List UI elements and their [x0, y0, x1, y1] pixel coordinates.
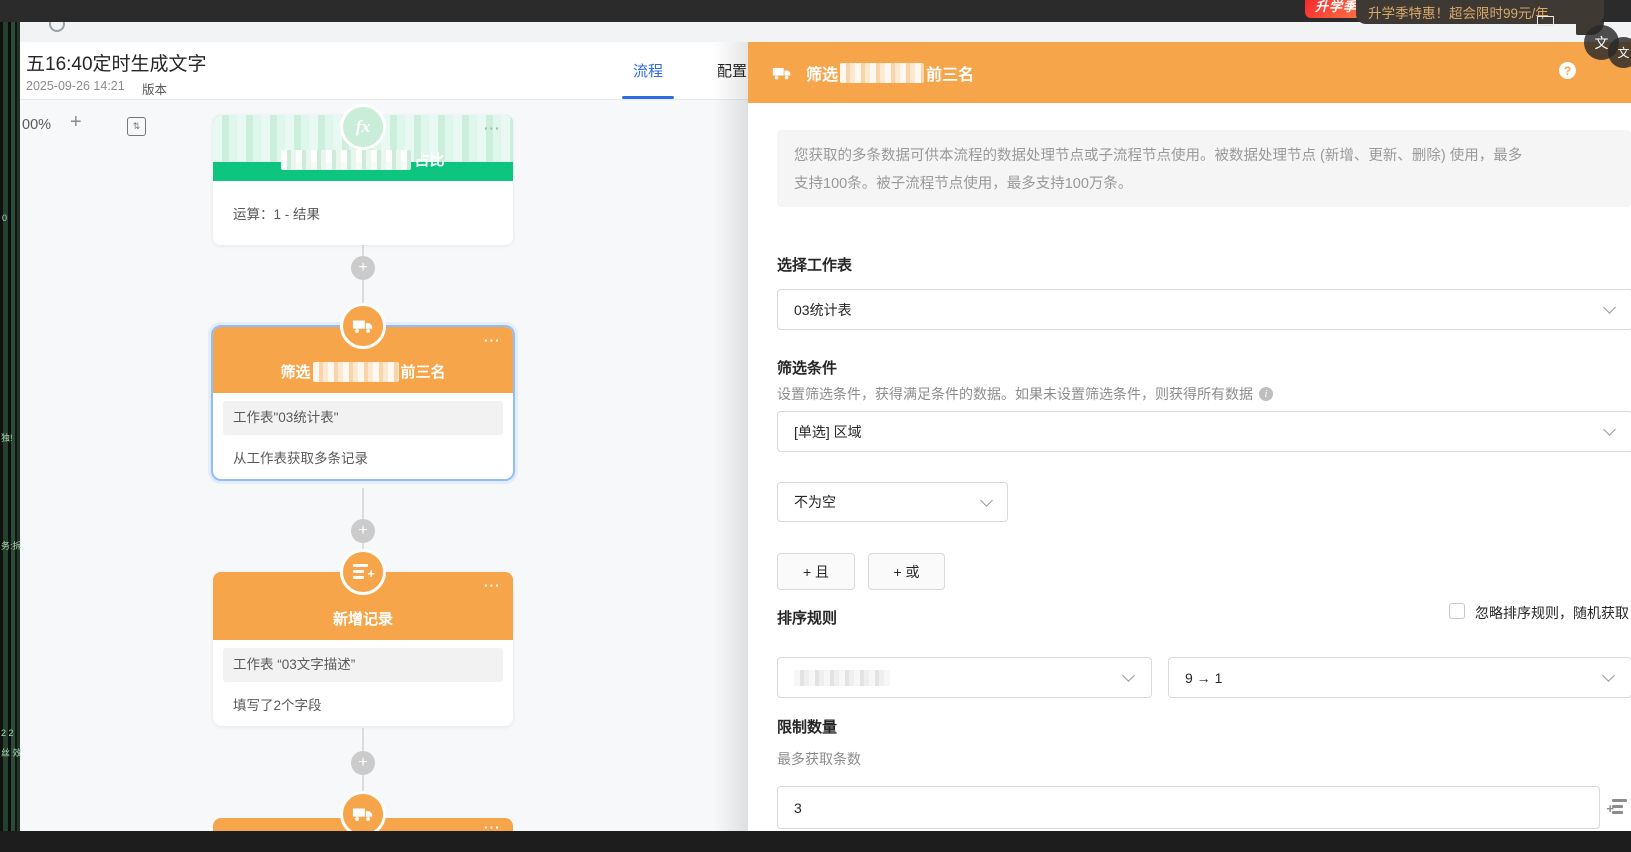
redacted-text	[281, 149, 412, 170]
node-menu-icon[interactable]: ⋯	[483, 331, 501, 351]
zoom-level: 00%	[22, 117, 52, 133]
filter-field-select[interactable]: [单选] 区域	[777, 411, 1631, 452]
filter-help: 设置筛选条件，获得满足条件的数据。如果未设置筛选条件，则获得所有数据 i	[777, 384, 1273, 404]
workflow-timestamp: 2025-09-26 14:21	[26, 79, 125, 93]
translate-icon[interactable]: 文	[1608, 37, 1631, 68]
chevron-down-icon	[1122, 669, 1135, 682]
redacted-text	[794, 669, 890, 686]
sort-order-value: 9 → 1	[1185, 669, 1223, 686]
truck-icon	[340, 303, 386, 349]
add-node-button[interactable]: +	[351, 751, 375, 775]
description-line1: 您获取的多条数据可供本流程的数据处理节点或子流程节点使用。被数据处理节点 (新增…	[794, 148, 1523, 164]
node-worksheet-row: 工作表"03统计表"	[223, 401, 503, 435]
background-text-fragment: 务:拆	[1, 541, 22, 551]
formula-icon: fx	[340, 104, 386, 150]
add-and-condition-button[interactable]: + 且	[777, 553, 855, 590]
node-menu-icon[interactable]: ⋯	[483, 119, 501, 139]
description-box: 您获取的多条数据可供本流程的数据处理节点或子流程节点使用。被数据处理节点 (新增…	[777, 130, 1631, 207]
worksheet-value: 03统计表	[794, 301, 852, 318]
truck-icon	[772, 67, 791, 79]
background-text-fragment: 0	[2, 213, 8, 223]
drawer-title-prefix: 筛选	[806, 66, 839, 84]
node-menu-icon[interactable]: ⋯	[483, 576, 501, 596]
add-or-condition-button[interactable]: + 或	[868, 553, 945, 590]
worksheet-label: 选择工作表	[777, 257, 853, 274]
app-root: 五16:40定时生成文字 2025-09-26 14:21 版本 流程 配置 0…	[0, 0, 1631, 852]
node-title-prefix: 筛选	[280, 364, 311, 381]
redacted-text	[840, 62, 925, 83]
limit-help: 最多获取条数	[777, 751, 861, 767]
promo-tooltip: 升学季特惠！超会限时99元/年	[1356, 0, 1604, 24]
sort-order-select[interactable]: 9 → 1	[1168, 657, 1631, 698]
background-text-fragment: 独!	[1, 433, 13, 443]
help-icon[interactable]: ?	[1559, 62, 1576, 79]
drawer-title: 筛选 前三名	[806, 61, 974, 85]
add-record-icon: +	[340, 549, 386, 595]
taskbar	[0, 831, 1631, 852]
ignore-sort-label: 忽略排序规则，随机获取	[1475, 605, 1629, 621]
background-text-fragment: 2 2	[1, 728, 14, 738]
redacted-text	[312, 361, 399, 382]
drawer-shadow	[714, 42, 748, 831]
node-title-text: 占比	[414, 152, 445, 169]
node-worksheet-row: 工作表 “03文字描述”	[223, 648, 503, 682]
limit-label: 限制数量	[777, 719, 838, 736]
fit-view-button[interactable]: ⇅	[127, 117, 146, 136]
drawer-header: 筛选 前三名	[748, 42, 1631, 103]
filter-field-value: [单选] 区域	[794, 423, 862, 440]
node-add-record[interactable]: ⋯ 新增记录 工作表 “03文字描述” 填写了2个字段	[213, 572, 513, 726]
sort-label: 排序规则	[777, 610, 838, 627]
tab-flow[interactable]: 流程	[622, 60, 674, 81]
background-window-strip	[0, 0, 20, 831]
drawer-title-suffix: 前三名	[926, 66, 975, 84]
node-action-row: 填写了2个字段	[233, 698, 322, 713]
chevron-down-icon	[1603, 423, 1616, 436]
description-line2: 支持100条。被子流程节点使用，最多支持100万条。	[794, 176, 1133, 192]
limit-input[interactable]	[777, 786, 1600, 829]
node-title-suffix: 前三名	[400, 364, 446, 381]
worksheet-select[interactable]: 03统计表	[777, 289, 1631, 330]
fit-view-icon: ⇅	[132, 121, 141, 131]
chevron-down-icon	[1602, 669, 1615, 682]
window-gap-strip	[0, 22, 1631, 42]
chevron-down-icon	[1603, 301, 1616, 314]
ignore-sort-checkbox[interactable]	[1449, 603, 1465, 619]
filter-label: 筛选条件	[777, 360, 838, 377]
add-node-button[interactable]: +	[351, 256, 375, 280]
node-title-text: 新增记录	[332, 611, 393, 628]
capture-frame-icon	[1537, 16, 1554, 26]
background-text-fragment: 丝 效	[1, 748, 22, 758]
node-action-row: 从工作表获取多条记录	[233, 451, 368, 466]
workflow-title: 五16:40定时生成文字	[26, 54, 207, 75]
zoom-in-button[interactable]: +	[70, 111, 82, 134]
info-icon[interactable]: i	[1259, 387, 1273, 401]
version-link[interactable]: 版本	[142, 79, 168, 101]
filter-operator-select[interactable]: 不为空	[777, 482, 1008, 522]
chevron-down-icon	[980, 493, 993, 507]
sort-field-select[interactable]	[777, 657, 1152, 698]
node-summary: 运算：1 - 结果	[233, 207, 321, 222]
add-node-button[interactable]: +	[351, 519, 375, 543]
filter-operator-value: 不为空	[794, 494, 836, 510]
